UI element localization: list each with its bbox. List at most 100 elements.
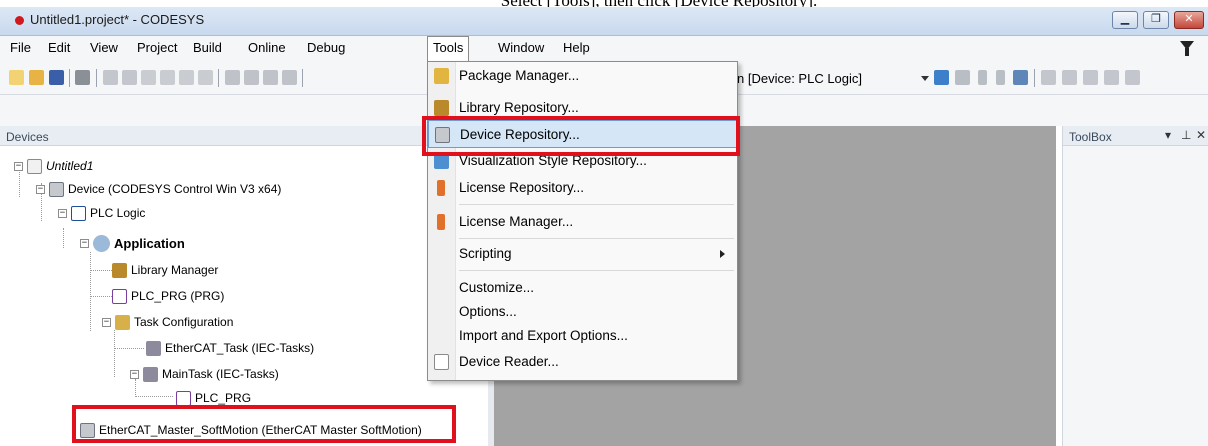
minimize-button[interactable]: ▁ (1112, 11, 1138, 29)
collapse-icon[interactable]: − (58, 208, 67, 218)
maximize-button[interactable]: ❐ (1143, 11, 1169, 29)
menu-item-license-manager[interactable]: License Manager... (428, 208, 737, 236)
menu-tools[interactable]: Tools (427, 36, 470, 61)
step-out-icon[interactable] (1083, 70, 1098, 85)
tree-item-label: PLC_PRG (PRG) (131, 289, 225, 303)
active-application-combo[interactable]: n [Device: PLC Logic] (737, 71, 862, 86)
find-icon[interactable] (225, 70, 240, 85)
reset-icon[interactable] (1013, 70, 1028, 85)
menu-item-label: Scripting (459, 246, 512, 261)
panel-menu-icon[interactable]: ▾ (1165, 128, 1171, 142)
license-icon (437, 180, 445, 196)
filter-icon[interactable] (1180, 41, 1194, 56)
delete-icon[interactable] (198, 70, 213, 85)
title-bar: Untitled1.project* - CODESYS ▁ ❐ ✕ (0, 7, 1208, 36)
menu-item-scripting[interactable]: Scripting (428, 240, 737, 268)
tree-item-label: Device (CODESYS Control Win V3 x64) (68, 182, 282, 196)
save-icon[interactable] (49, 70, 64, 85)
codesys-app-icon (15, 16, 24, 25)
logout-icon[interactable] (955, 70, 970, 85)
tree-item-library-manager[interactable]: Library Manager (112, 260, 218, 280)
tree-item-plc-prg[interactable]: PLC_PRG (PRG) (112, 286, 224, 306)
copy-icon[interactable] (160, 70, 175, 85)
toolbox-panel: ToolBox ▾ ⊥ ✕ (1062, 126, 1208, 446)
tree-item-main-task[interactable]: − MainTask (IEC-Tasks) (130, 364, 279, 384)
cut-icon[interactable] (141, 70, 156, 85)
devices-panel-title: Devices (0, 126, 488, 146)
menu-item-import-export-options[interactable]: Import and Export Options... (428, 322, 737, 350)
task-configuration-icon (115, 314, 130, 330)
tree-item-device[interactable]: − Device (CODESYS Control Win V3 x64) (36, 179, 281, 199)
close-icon[interactable]: ✕ (1196, 128, 1206, 142)
print-icon[interactable] (75, 70, 90, 85)
menu-item-device-reader[interactable]: Device Reader... (428, 348, 737, 376)
run-icon[interactable] (978, 70, 987, 85)
tree-item-project[interactable]: − Untitled1 (14, 156, 93, 176)
device-icon (49, 181, 64, 197)
menu-item-label: License Repository... (459, 180, 585, 195)
application-gear-icon (93, 234, 110, 252)
toolbar-separator (69, 69, 70, 87)
breakpoint-icon[interactable] (1125, 70, 1140, 85)
collapse-icon[interactable]: − (130, 369, 139, 379)
replace-in-project-icon[interactable] (282, 70, 297, 85)
menu-debug[interactable]: Debug (307, 40, 345, 55)
toolbar-separator (96, 69, 97, 87)
run-to-cursor-icon[interactable] (1104, 70, 1119, 85)
submenu-arrow-icon (720, 250, 725, 258)
tree-item-plc-logic[interactable]: − PLC Logic (58, 203, 145, 223)
stop-icon[interactable] (996, 70, 1005, 85)
library-books-icon (112, 262, 127, 278)
menu-separator (459, 238, 734, 239)
program-call-icon (176, 390, 191, 406)
find-in-project-icon[interactable] (263, 70, 278, 85)
license-manager-icon (437, 214, 445, 230)
menu-item-label: Customize... (459, 280, 535, 295)
chevron-down-icon[interactable] (921, 76, 929, 81)
collapse-icon[interactable]: − (36, 184, 45, 194)
menu-item-label: Library Repository... (459, 100, 579, 115)
step-over-icon[interactable] (1041, 70, 1056, 85)
tree-item-ethercat-task[interactable]: EtherCAT_Task (IEC-Tasks) (146, 338, 314, 358)
menu-view[interactable]: View (90, 40, 118, 55)
menu-separator (459, 270, 734, 271)
tree-item-label: EtherCAT_Task (IEC-Tasks) (165, 341, 315, 355)
pin-icon[interactable]: ⊥ (1181, 128, 1191, 142)
paste-icon[interactable] (179, 70, 194, 85)
tree-item-label: Untitled1 (46, 159, 94, 173)
menu-window[interactable]: Window (498, 40, 544, 55)
collapse-icon[interactable]: − (102, 317, 111, 327)
package-icon (434, 68, 449, 84)
replace-icon[interactable] (244, 70, 259, 85)
devices-panel: Devices − Untitled1 − Device (CODESYS Co… (0, 126, 488, 446)
window-title: Untitled1.project* - CODESYS (30, 12, 205, 27)
tree-item-application[interactable]: − Application (80, 233, 185, 253)
menu-project[interactable]: Project (137, 40, 177, 55)
tree-item-label: PLC_PRG (195, 391, 252, 405)
menu-item-label: Options... (459, 304, 517, 319)
menu-item-license-repository[interactable]: License Repository... (428, 174, 737, 202)
menu-item-package-manager[interactable]: Package Manager... (428, 62, 737, 90)
menu-edit[interactable]: Edit (48, 40, 70, 55)
library-icon (434, 100, 449, 116)
step-into-icon[interactable] (1062, 70, 1077, 85)
redo-icon[interactable] (122, 70, 137, 85)
menu-file[interactable]: File (10, 40, 31, 55)
open-folder-icon[interactable] (29, 70, 44, 85)
tree-item-task-configuration[interactable]: − Task Configuration (102, 312, 233, 332)
toolbar-separator (218, 69, 219, 87)
collapse-icon[interactable]: − (14, 161, 23, 171)
plc-logic-icon (71, 205, 86, 221)
program-icon (112, 288, 127, 304)
menu-online[interactable]: Online (248, 40, 286, 55)
close-button[interactable]: ✕ (1174, 11, 1204, 29)
collapse-icon[interactable]: − (80, 238, 89, 248)
menu-bar: File Edit View Project Build Online Debu… (0, 36, 1208, 61)
task-icon (143, 366, 158, 382)
new-file-icon[interactable] (9, 70, 24, 85)
menu-help[interactable]: Help (563, 40, 590, 55)
menu-item-label: Package Manager... (459, 68, 580, 83)
login-icon[interactable] (934, 70, 949, 85)
undo-icon[interactable] (103, 70, 118, 85)
menu-build[interactable]: Build (193, 40, 222, 55)
